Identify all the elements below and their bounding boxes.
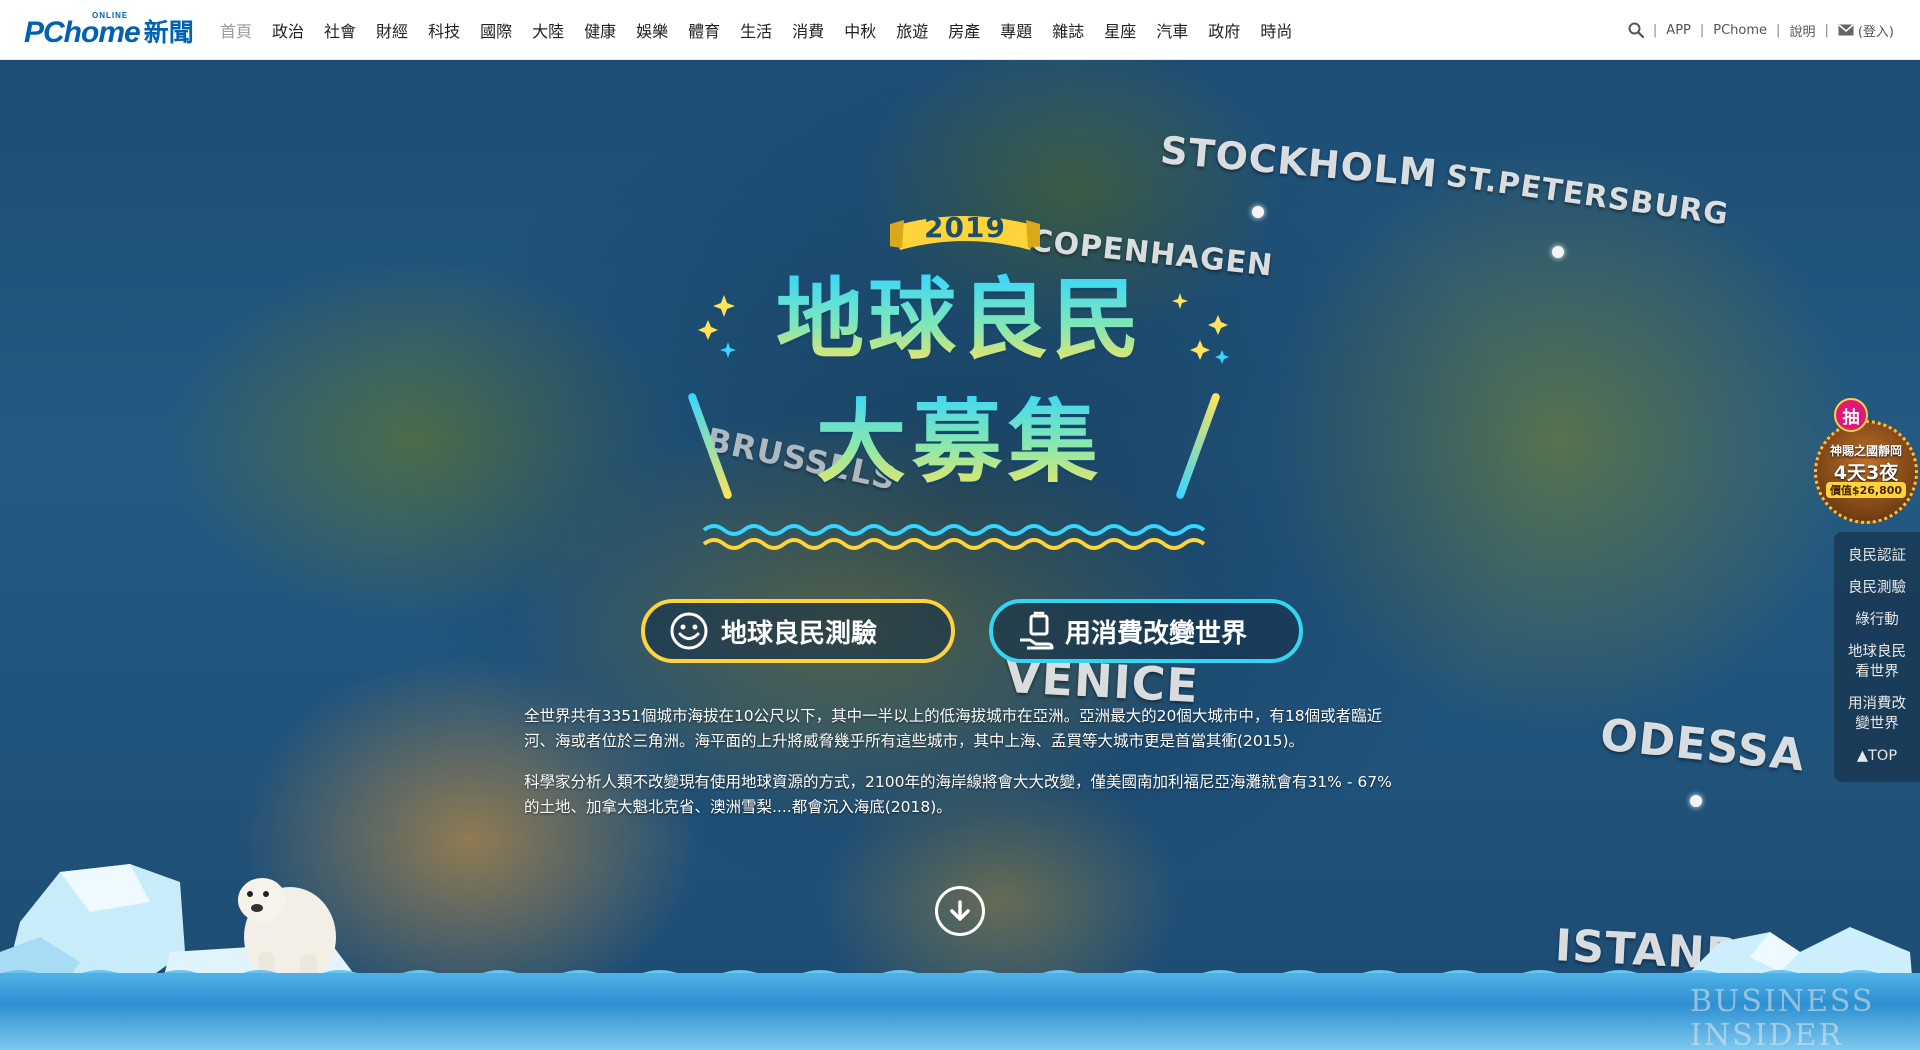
watermark-line: BUSINESS [1690, 984, 1875, 1019]
change-world-by-consumption-button[interactable]: 用消費改變世界 [989, 599, 1303, 663]
nav-item-finance[interactable]: 財經 [376, 18, 408, 42]
side-item-green-action[interactable]: 綠行動 [1834, 604, 1920, 636]
nav-item-home[interactable]: 首頁 [220, 18, 252, 42]
hero-banner: STOCKHOLM ST.PETERSBURG COPENHAGEN BRUSS… [0, 60, 1920, 1050]
pchome-news-logo[interactable]: PChome ONLINE 新聞 [24, 11, 194, 49]
separator: | [1699, 22, 1705, 38]
nav-item-politics[interactable]: 政治 [272, 18, 304, 42]
lottery-promo-badge[interactable]: 抽 神賜之國靜岡 4天3夜 價值$26,800 [1812, 398, 1920, 526]
logo-brand: PChome [24, 16, 141, 49]
image-watermark: BUSINESS INSIDER [1690, 985, 1874, 1050]
side-item-see-world[interactable]: 地球良民 看世界 [1834, 636, 1920, 688]
nav-item-health[interactable]: 健康 [584, 18, 616, 42]
intro-paragraph: 全世界共有3351個城市海拔在10公尺以下，其中一半以上的低海拔城市在亞洲。亞洲… [524, 707, 1383, 750]
campaign-title-line2: 大募集 [760, 388, 1160, 498]
search-icon[interactable] [1628, 22, 1644, 38]
top-navigation-bar: PChome ONLINE 新聞 首頁 政治 社會 財經 科技 國際 大陸 健康… [0, 0, 1920, 60]
nav-item-government[interactable]: 政府 [1208, 18, 1240, 42]
nav-item-magazine[interactable]: 雜誌 [1052, 18, 1084, 42]
app-link[interactable]: APP [1666, 23, 1691, 38]
side-item-certification[interactable]: 良民認証 [1834, 540, 1920, 572]
nav-item-travel[interactable]: 旅遊 [896, 18, 928, 42]
nav-item-entertainment[interactable]: 娛樂 [636, 18, 668, 42]
nav-item-mainland[interactable]: 大陸 [532, 18, 564, 42]
nav-item-fashion[interactable]: 時尚 [1260, 18, 1292, 42]
sea-water [0, 973, 1920, 1050]
earth-citizen-quiz-button[interactable]: 地球良民測驗 [641, 599, 955, 663]
header-utility-links: | APP | PChome | 說明 | (登入) [1628, 0, 1894, 60]
separator: | [1824, 22, 1829, 38]
campaign-title-line1: 地球良民 [730, 270, 1190, 370]
logo-online-badge: ONLINE [92, 11, 129, 20]
nav-item-consumer[interactable]: 消費 [792, 18, 824, 42]
smiley-icon [669, 611, 709, 651]
consume-button-label: 用消費改變世界 [1065, 618, 1248, 649]
intro-text: 全世界共有3351個城市海拔在10公尺以下，其中一半以上的低海拔城市在亞洲。亞洲… [524, 704, 1396, 836]
nav-item-international[interactable]: 國際 [480, 18, 512, 42]
main-nav: 首頁 政治 社會 財經 科技 國際 大陸 健康 娛樂 體育 生活 消費 中秋 旅… [220, 0, 1312, 60]
quiz-button-label: 地球良民測驗 [721, 618, 878, 649]
nav-item-horoscope[interactable]: 星座 [1104, 18, 1136, 42]
nav-item-real-estate[interactable]: 房產 [948, 18, 980, 42]
nav-item-society[interactable]: 社會 [324, 18, 356, 42]
arrow-down-circle-icon[interactable] [935, 886, 985, 936]
nav-item-mid-autumn[interactable]: 中秋 [844, 18, 876, 42]
side-item-consumption[interactable]: 用消費改 變世界 [1834, 688, 1920, 740]
side-menu: 良民認証 良民測驗 綠行動 地球良民 看世界 用消費改 變世界 ▲TOP [1834, 532, 1920, 782]
separator: | [1776, 22, 1781, 38]
nav-item-sports[interactable]: 體育 [688, 18, 720, 42]
mail-icon[interactable] [1838, 24, 1854, 36]
intro-paragraph: 科學家分析人類不改變現有使用地球資源的方式，2100年的海岸線將會大大改變，僅美… [524, 773, 1392, 816]
shopping-bag-hand-icon [1017, 610, 1057, 652]
watermark-line: INSIDER [1690, 1018, 1844, 1050]
promo-lottery-bubble: 抽 [1834, 398, 1868, 432]
nav-item-auto[interactable]: 汽車 [1156, 18, 1188, 42]
login-link[interactable]: (登入) [1858, 21, 1894, 40]
nav-item-life[interactable]: 生活 [740, 18, 772, 42]
wavy-underline [702, 524, 1206, 550]
separator: | [1652, 22, 1658, 38]
help-link[interactable]: 說明 [1789, 21, 1815, 40]
nav-item-features[interactable]: 專題 [1000, 18, 1032, 42]
promo-title: 神賜之國靜岡 [1829, 444, 1902, 458]
pchome-link[interactable]: PChome [1713, 23, 1767, 38]
logo-section: 新聞 [143, 18, 194, 47]
nav-item-tech[interactable]: 科技 [428, 18, 460, 42]
promo-price: 價值$26,800 [1826, 482, 1906, 498]
side-item-quiz[interactable]: 良民測驗 [1834, 572, 1920, 604]
back-to-top-link[interactable]: ▲TOP [1834, 740, 1920, 772]
promo-duration: 4天3夜 [1833, 462, 1899, 484]
